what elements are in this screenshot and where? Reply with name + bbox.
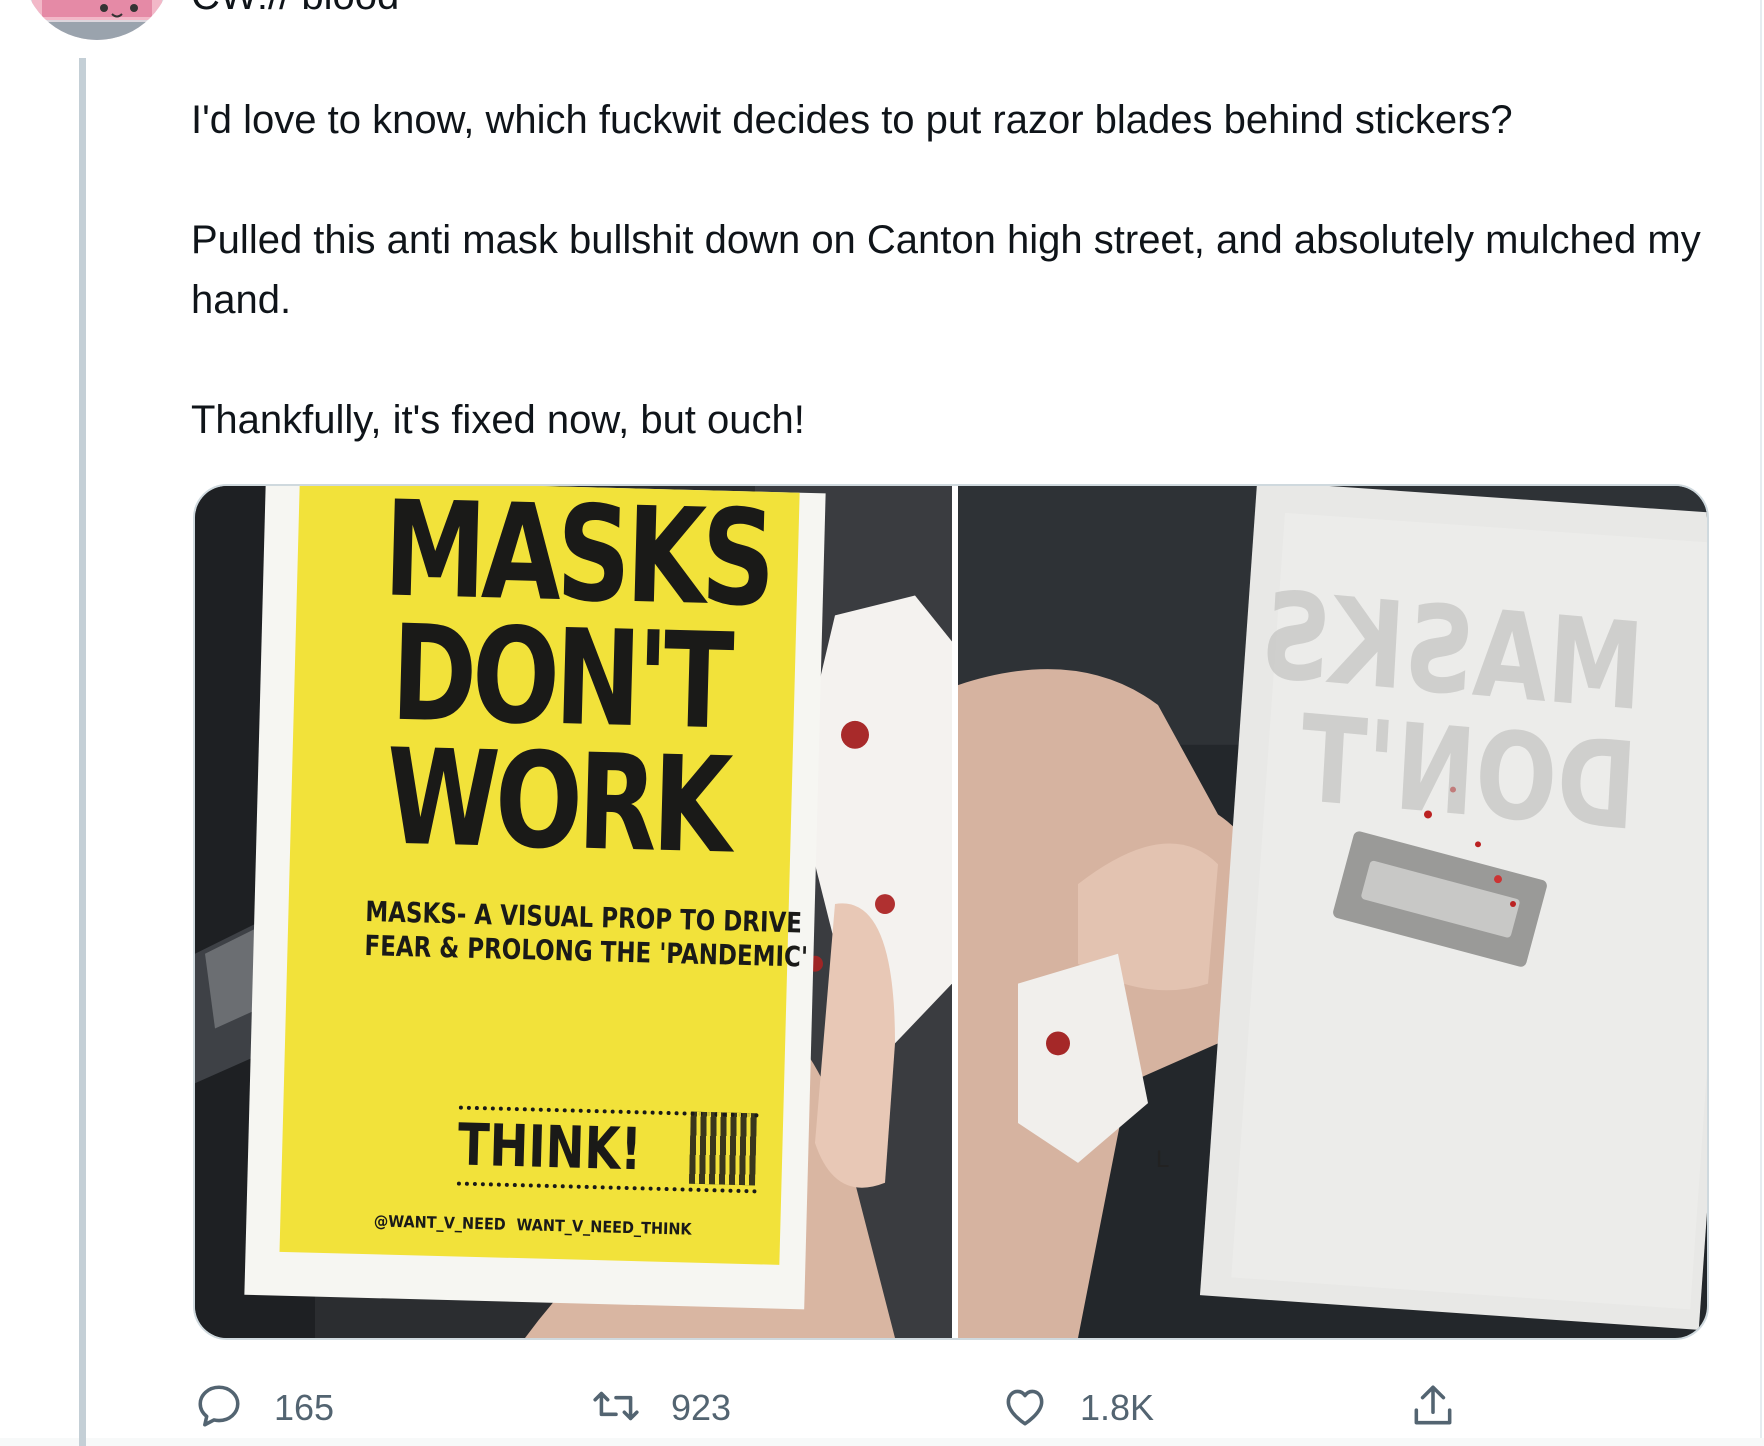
tweet-text-1: I'd love to know, which fuckwit decides … [191, 98, 1513, 142]
like-icon [1000, 1381, 1050, 1436]
like-button[interactable]: 1.8K [1000, 1378, 1154, 1438]
content-warning: CW:// blood [191, 0, 399, 20]
retweet-count: 923 [671, 1387, 732, 1428]
retweet-button[interactable]: 923 [591, 1378, 731, 1438]
sticker-think: THINK! [457, 1110, 643, 1184]
tweet-divider [0, 1438, 1764, 1446]
photo-sticker-front[interactable]: MASKS DON'T WORK MASKS- A VISUAL PROP TO… [195, 486, 952, 1338]
tweet-media[interactable]: MASKS DON'T WORK MASKS- A VISUAL PROP TO… [193, 484, 1709, 1340]
like-count: 1.8K [1080, 1387, 1155, 1428]
timeline-border [1760, 0, 1762, 1446]
sticker-handles: @WANT_V_NEED WANT_V_NEED_THINK [374, 1211, 716, 1239]
reply-icon [194, 1381, 244, 1436]
tweet-text-3: Thankfully, it's fixed now, but ouch! [191, 398, 805, 442]
mirrored-print: MASKS DON'T [1258, 566, 1647, 858]
thread-line [79, 58, 86, 1446]
tweet-text-2: Pulled this anti mask bullshit down on C… [191, 218, 1701, 322]
reply-count: 165 [274, 1387, 335, 1428]
share-icon [1408, 1381, 1458, 1436]
mirrored-line-2: DON'T [1296, 689, 1641, 858]
corner-mark: L [1156, 1146, 1170, 1173]
sticker-text: MASKS DON'T WORK MASKS- A VISUAL PROP TO… [315, 486, 808, 1272]
retweet-icon [591, 1381, 641, 1436]
avatar[interactable] [22, 0, 172, 40]
reply-button[interactable]: 165 [194, 1378, 334, 1438]
tweet-actions: 165 923 1.8K [0, 1378, 1764, 1438]
qr-code-icon [688, 1111, 757, 1186]
share-button[interactable] [1408, 1378, 1458, 1438]
instagram-handle: WANT_V_NEED_THINK [516, 1215, 692, 1239]
twitter-handle: @WANT_V_NEED [373, 1211, 506, 1234]
sticker-headline-3: WORK [384, 720, 730, 884]
photo-sticker-back[interactable]: MASKS DON'T L [958, 486, 1707, 1338]
